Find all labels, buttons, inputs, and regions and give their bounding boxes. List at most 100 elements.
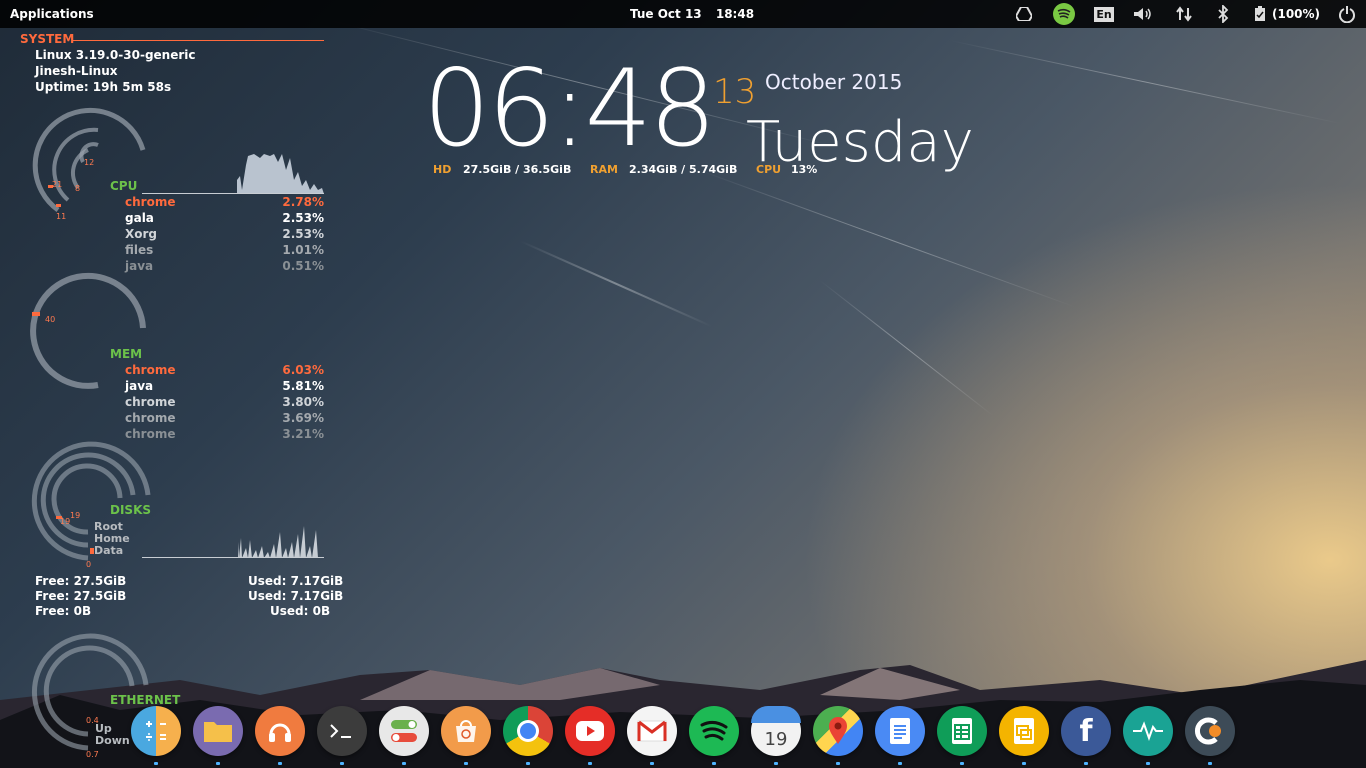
mem-process-row: java 5.81% (125, 379, 324, 393)
terminal-icon[interactable] (317, 706, 367, 765)
cpu-ring-label: 11 (56, 212, 67, 221)
process-name: java (125, 379, 154, 393)
spotify-icon[interactable] (689, 706, 739, 765)
download-label: Down (95, 734, 130, 747)
process-name: chrome (125, 363, 176, 377)
ethernet-label: ETHERNET (110, 693, 181, 707)
chrome-icon[interactable] (503, 706, 553, 765)
process-value: 0.51% (282, 259, 324, 273)
process-name: gala (125, 211, 154, 225)
hd-value: 27.5GiB / 36.5GiB (463, 163, 572, 176)
download-value: 0.7 (86, 750, 99, 759)
calendar-icon[interactable]: 19 (751, 706, 801, 765)
gmail-icon[interactable] (627, 706, 677, 765)
mem-ring-label: 40 (45, 315, 56, 324)
calendar-header (751, 706, 801, 723)
disk-free: Free: 27.5GiB (35, 574, 127, 588)
process-value: 3.21% (282, 427, 324, 441)
youtube-icon[interactable] (565, 706, 615, 765)
kernel-version: Linux 3.19.0-30-generic (35, 48, 196, 62)
cpu-process-row: files 1.01% (125, 243, 324, 257)
mem-process-row: chrome 3.69% (125, 411, 324, 425)
settings-toggle-icon[interactable] (379, 706, 429, 765)
panel-time: 18:48 (715, 7, 755, 21)
system-heading: SYSTEM (20, 32, 75, 46)
mem-process-row: chrome 3.21% (125, 427, 324, 441)
app-center-icon[interactable] (441, 706, 491, 765)
cpu-ring-label: 8 (75, 184, 81, 193)
process-name: Xorg (125, 227, 158, 241)
process-value: 5.81% (282, 379, 324, 393)
big-clock-day: 13 (713, 72, 757, 112)
music-player-icon[interactable] (255, 706, 305, 765)
process-name: chrome (125, 427, 176, 441)
spotify-tray-icon[interactable] (1052, 3, 1076, 25)
keyboard-layout-indicator[interactable]: En (1093, 5, 1115, 23)
disk-used: Used: 0B (270, 604, 331, 618)
disk-used: Used: 7.17GiB (248, 574, 344, 588)
system-monitor-icon[interactable] (1123, 706, 1173, 765)
disk-used: Used: 7.17GiB (248, 589, 344, 603)
files-icon[interactable] (193, 706, 243, 765)
dock: 19 f (131, 706, 1235, 765)
disk-free: Free: 0B (35, 604, 92, 618)
process-name: files (125, 243, 154, 257)
big-clock-time: 06:48 (423, 47, 716, 170)
calculator-icon[interactable] (131, 706, 181, 765)
process-name: chrome (125, 395, 176, 409)
system-divider (72, 40, 324, 41)
process-value: 1.01% (282, 243, 324, 257)
disk-io-graph (142, 526, 324, 558)
applications-menu[interactable]: Applications (10, 7, 94, 21)
volume-icon[interactable] (1132, 5, 1154, 23)
process-value: 2.53% (282, 211, 324, 225)
cpu-process-row: Xorg 2.53% (125, 227, 324, 241)
facebook-icon[interactable]: f (1061, 706, 1111, 765)
uptime: Uptime: 19h 5m 58s (35, 80, 172, 94)
docs-icon[interactable] (875, 706, 925, 765)
google-drive-icon[interactable] (1014, 5, 1034, 23)
maps-icon[interactable] (813, 706, 863, 765)
process-name: chrome (125, 411, 176, 425)
calendar-day: 19 (764, 728, 788, 750)
ram-label: RAM (590, 163, 618, 176)
mem-process-row: chrome 6.03% (125, 363, 324, 377)
disk-ring-label: 0 (86, 560, 92, 569)
power-icon[interactable] (1336, 5, 1358, 23)
slides-icon[interactable] (999, 706, 1049, 765)
process-value: 6.03% (282, 363, 324, 377)
disk-ring-label: 19 (70, 511, 81, 520)
process-value: 3.80% (282, 395, 324, 409)
network-icon[interactable] (1174, 5, 1194, 23)
mem-process-row: chrome 3.80% (125, 395, 324, 409)
disk-name: Data (94, 544, 124, 557)
disk-free: Free: 27.5GiB (35, 589, 127, 603)
cpu-stat-label: CPU (756, 163, 782, 176)
battery-indicator[interactable]: (100%) (1254, 5, 1326, 23)
process-value: 3.69% (282, 411, 324, 425)
cpu-graph (142, 154, 324, 194)
cpu-process-row: gala 2.53% (125, 211, 324, 225)
cpu-stat-value: 13% (791, 163, 818, 176)
mem-label: MEM (110, 347, 143, 361)
upload-value: 0.4 (86, 716, 99, 725)
process-value: 2.78% (282, 195, 324, 209)
big-clock-month-year: October 2015 (765, 70, 903, 94)
sheets-icon[interactable] (937, 706, 987, 765)
cpu-ring-label: 12 (84, 158, 95, 167)
process-name: chrome (125, 195, 176, 209)
cpu-process-row: java 0.51% (125, 259, 324, 273)
hostname: Jinesh-Linux (35, 64, 118, 78)
cpu-ring-label: 21 (52, 180, 63, 189)
hd-label: HD (433, 163, 452, 176)
bluetooth-icon[interactable] (1214, 5, 1232, 23)
process-value: 2.53% (282, 227, 324, 241)
clementine-icon[interactable] (1185, 706, 1235, 765)
ram-value: 2.34GiB / 5.74GiB (629, 163, 738, 176)
disks-label: DISKS (110, 503, 152, 517)
panel-date: Tue Oct 13 (630, 7, 702, 21)
top-panel: Applications Tue Oct 13 18:48 En (100%) (0, 0, 1366, 28)
battery-icon (1255, 6, 1265, 21)
cpu-process-row: chrome 2.78% (125, 195, 324, 209)
panel-clock[interactable]: Tue Oct 13 18:48 (630, 7, 764, 21)
